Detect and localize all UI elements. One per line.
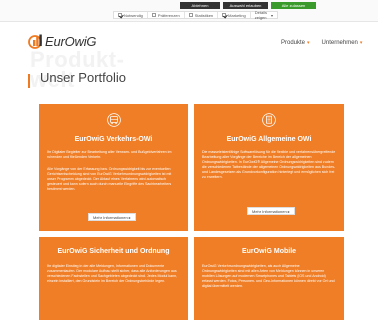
card-title: EurOwiG Sicherheit und Ordnung <box>57 248 170 255</box>
bus-icon <box>106 113 121 127</box>
nav-label: Produkte <box>281 40 306 46</box>
cookie-option-label: Notwendig <box>124 12 143 18</box>
title-accent-bar <box>28 74 30 88</box>
product-card-sicherheit-ordnung: EurOwiG Sicherheit und Ordnung Ihr digit… <box>39 237 188 320</box>
checkbox-unchecked-icon[interactable] <box>151 13 156 17</box>
more-info-button-allgemeine-owi[interactable]: Mehr Informationen ▸ <box>247 207 295 215</box>
nav-item-produkte[interactable]: Produkte ▾ <box>281 40 310 46</box>
card-description: Ihr Digitaler Begleiter zur Bearbeitung … <box>47 150 172 159</box>
nav-item-unternehmen[interactable]: Unternehmen ▾ <box>322 40 363 46</box>
cookie-option-marketing[interactable]: Marketing <box>218 12 251 18</box>
product-card-mobile: EurOwiG Mobile EurOwiG Verkehrsordnungsw… <box>194 237 344 320</box>
button-label: Mehr Informationen <box>93 215 128 220</box>
checkbox-checked-icon[interactable] <box>118 13 122 17</box>
chevron-down-icon: ▾ <box>359 40 363 46</box>
more-info-button-verkehrs-owi[interactable]: Mehr Informationen ▸ <box>88 213 136 221</box>
details-link[interactable]: Details zeigen <box>255 10 269 20</box>
card-description: Die masseleistenfähige Softwarelösung fü… <box>202 150 336 179</box>
card-description: Ihr digitaler Einstieg in der alle Meldu… <box>47 264 178 283</box>
chevron-down-icon: ▾ <box>307 40 310 46</box>
card-description: Alle Vorgänge von der Erfassung bzw. Ord… <box>47 167 172 191</box>
cookie-option-preferences[interactable]: Präferenzen <box>148 12 185 18</box>
cookie-options: Notwendig Präferenzen Statistiken Market… <box>113 10 278 20</box>
chevron-down-icon: ▾ <box>270 12 273 18</box>
cookie-option-label: Statistiken <box>194 12 214 18</box>
checkbox-unchecked-icon[interactable] <box>188 13 193 17</box>
card-description: EurOwiG Verkehrsordnungswidrigkeiten, al… <box>202 264 335 288</box>
allow-selection-button[interactable]: Auswahl erlauben <box>223 2 268 9</box>
main-nav: Produkte ▾ Unternehmen ▾ <box>281 40 362 46</box>
card-title: EurOwiG Allgemeine OWi <box>226 136 312 143</box>
cookie-details-toggle[interactable]: Details zeigen ▾ <box>251 10 277 20</box>
cookie-option-label: Präferenzen <box>157 12 180 18</box>
cookie-option-necessary[interactable]: Notwendig <box>114 12 148 18</box>
cookie-option-statistics[interactable]: Statistiken <box>185 12 219 18</box>
card-title: EurOwiG Verkehrs-OWi <box>74 136 153 143</box>
reject-cookies-button[interactable]: Ablehnen <box>180 2 220 9</box>
checkbox-checked-icon[interactable] <box>222 13 227 17</box>
card-title: EurOwiG Mobile <box>241 248 297 255</box>
allow-all-button[interactable]: Alle zulassen <box>271 2 316 9</box>
cookie-consent-bar: Ablehnen Auswahl erlauben Alle zulassen … <box>0 0 378 22</box>
cookie-option-label: Marketing <box>228 12 246 18</box>
nav-label: Unternehmen <box>321 40 358 46</box>
cookie-buttons: Ablehnen Auswahl erlauben Alle zulassen <box>180 2 316 9</box>
page-title: Unser Portfolio <box>40 70 126 85</box>
button-label: Mehr Informationen <box>252 209 287 214</box>
document-icon <box>262 113 276 127</box>
product-card-verkehrs-owi: EurOwiG Verkehrs-OWi Ihr Digitaler Begle… <box>39 104 188 231</box>
